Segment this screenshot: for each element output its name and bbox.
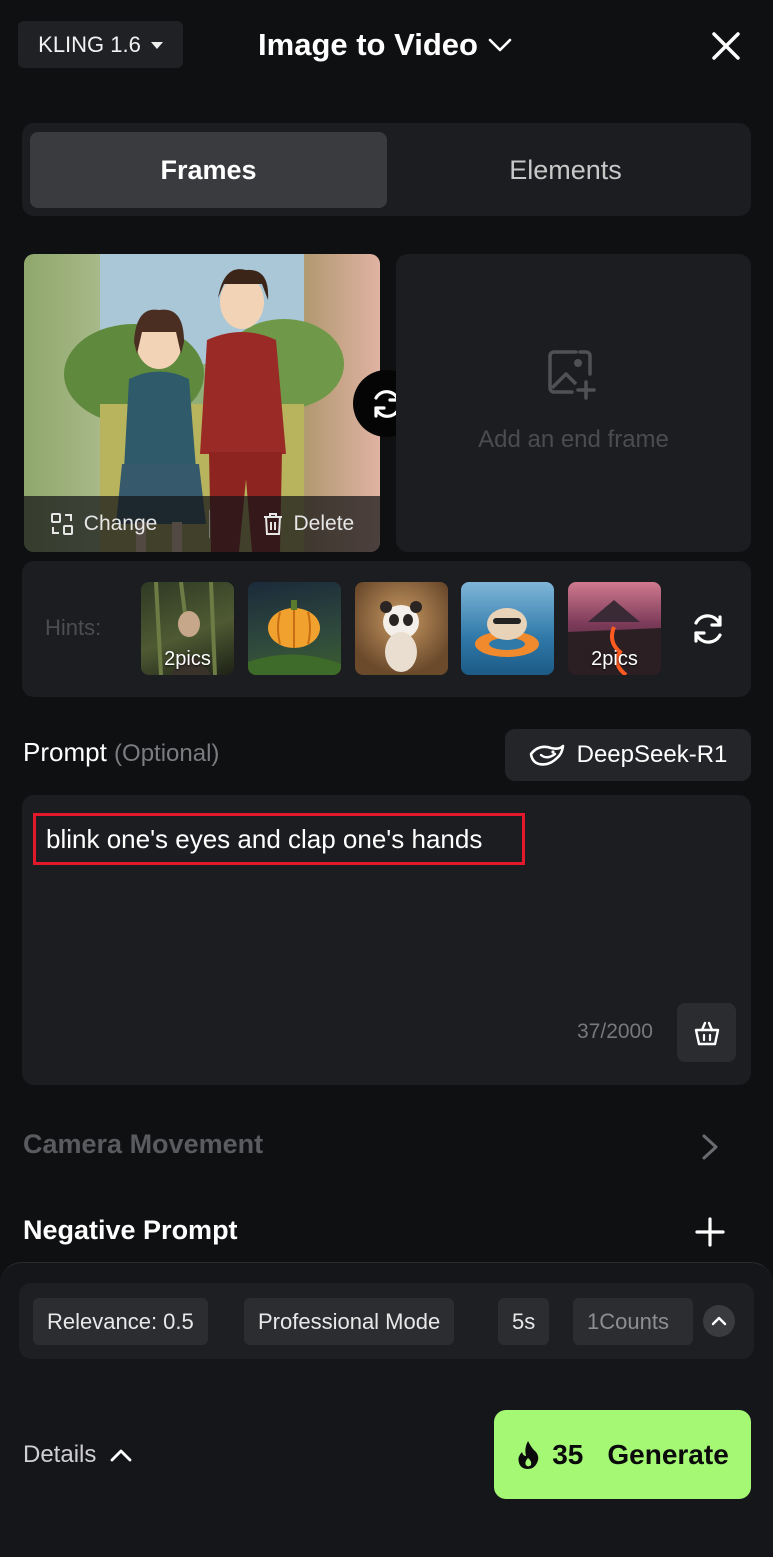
- prompt-text: blink one's eyes and clap one's hands: [33, 813, 525, 865]
- prompt-textarea[interactable]: blink one's eyes and clap one's hands 37…: [22, 795, 751, 1085]
- hints-label: Hints:: [45, 615, 102, 640]
- chevron-down-icon: [488, 38, 512, 52]
- hint-thumbnail-hamster[interactable]: [461, 582, 554, 675]
- hint-caption: 2pics: [591, 648, 638, 670]
- credit-cost: 35: [552, 1438, 584, 1470]
- replace-icon: [50, 513, 73, 535]
- settings-chip-bar: Relevance: 0.5 Professional Mode 5s 1Cou…: [19, 1283, 754, 1359]
- hint-thumbnail-panda[interactable]: [355, 582, 448, 675]
- chevron-right-icon[interactable]: [700, 1133, 720, 1161]
- close-icon[interactable]: [706, 26, 746, 66]
- relevance-chip[interactable]: Relevance: 0.5: [33, 1298, 208, 1345]
- generate-label: Generate: [607, 1438, 729, 1470]
- clear-prompt-button[interactable]: [677, 1003, 736, 1062]
- hint-thumbnail-warrior[interactable]: 2pics: [141, 582, 234, 675]
- delete-button[interactable]: Delete: [262, 512, 355, 536]
- plus-icon[interactable]: [695, 1217, 725, 1247]
- pumpkin-thumbnail: [248, 600, 341, 675]
- change-label: Change: [83, 512, 158, 535]
- start-frame-image[interactable]: Change Delete: [24, 254, 380, 552]
- duration-chip[interactable]: 5s: [498, 1298, 550, 1345]
- frame-actions-bar: Change Delete: [24, 496, 380, 552]
- model-selector[interactable]: KLING 1.6: [18, 21, 183, 68]
- basket-clear-icon: [694, 1021, 719, 1045]
- add-image-icon: [548, 350, 596, 400]
- expand-settings-button[interactable]: [703, 1305, 735, 1337]
- chevron-up-icon: [110, 1449, 132, 1462]
- camera-movement-label[interactable]: Camera Movement: [23, 1129, 263, 1160]
- char-counter: 37/2000: [577, 1020, 653, 1043]
- refresh-icon[interactable]: [688, 609, 728, 649]
- mode-selector[interactable]: Image to Video: [230, 22, 540, 68]
- whale-icon: [529, 744, 564, 766]
- prompt-optional-label: (Optional): [114, 740, 220, 767]
- negative-prompt-label[interactable]: Negative Prompt: [23, 1215, 238, 1246]
- count-chip[interactable]: 1Counts: [573, 1298, 693, 1345]
- deepseek-button[interactable]: DeepSeek-R1: [505, 729, 751, 781]
- divider: [208, 510, 210, 538]
- tab-frames[interactable]: Frames: [30, 132, 387, 208]
- generate-button[interactable]: 35 Generate: [494, 1410, 751, 1499]
- tab-bar: Frames Elements: [22, 123, 751, 216]
- details-toggle[interactable]: Details: [23, 1441, 132, 1469]
- mode-chip[interactable]: Professional Mode: [244, 1298, 455, 1345]
- prompt-label: Prompt: [23, 737, 107, 767]
- hint-thumbnail-volcano[interactable]: 2pics: [568, 582, 661, 675]
- bottom-settings-sheet: Relevance: 0.5 Professional Mode 5s 1Cou…: [0, 1262, 773, 1557]
- details-label: Details: [23, 1441, 97, 1468]
- deepseek-label: DeepSeek-R1: [576, 741, 728, 768]
- prompt-heading: Prompt (Optional): [23, 737, 219, 768]
- page-title: Image to Video: [258, 27, 478, 62]
- hamster-float-thumbnail: [475, 608, 539, 657]
- end-frame-upload[interactable]: Add an end frame: [396, 254, 751, 552]
- hints-panel: Hints: 2pics 2pics: [22, 561, 751, 697]
- flame-icon: [518, 1440, 539, 1469]
- hint-thumbnail-pumpkin[interactable]: [248, 582, 341, 675]
- delete-label: Delete: [293, 512, 355, 535]
- tab-elements[interactable]: Elements: [387, 132, 744, 208]
- trash-icon: [263, 513, 282, 535]
- model-label: KLING 1.6: [38, 31, 141, 57]
- end-frame-placeholder: Add an end frame: [478, 426, 669, 453]
- caret-down-icon: [150, 42, 163, 49]
- panda-thumbnail: [380, 601, 422, 672]
- change-button[interactable]: Change: [50, 512, 158, 536]
- chevron-up-icon: [711, 1316, 727, 1326]
- hint-caption: 2pics: [164, 648, 211, 670]
